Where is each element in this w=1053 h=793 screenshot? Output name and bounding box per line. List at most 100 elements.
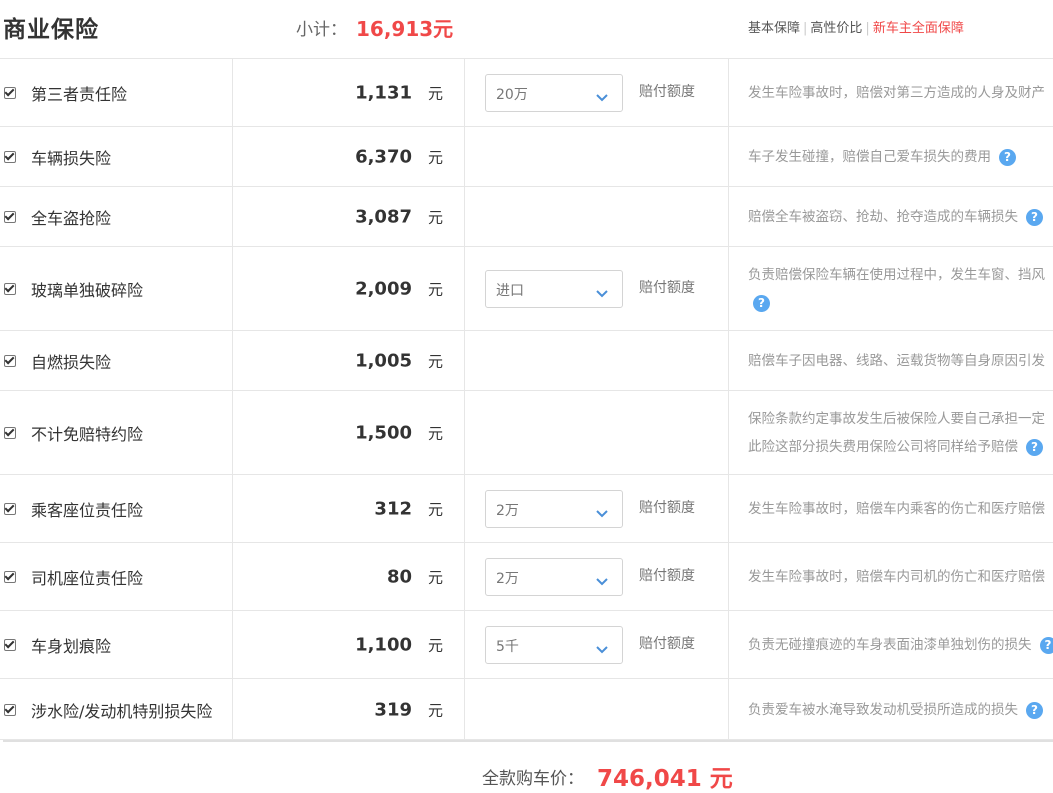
- description-text: 负责无碰撞痕迹的车身表面油漆单独划伤的损失: [748, 637, 1032, 653]
- insurance-name: 自燃损失险: [31, 349, 111, 373]
- insurance-checkbox[interactable]: [4, 211, 16, 223]
- table-row: 不计免赔特约险1,500元保险条款约定事故发生后被保险人要自己承担一定此险这部分…: [0, 391, 1053, 475]
- price-unit: 元: [428, 351, 443, 372]
- insurance-checkbox[interactable]: [4, 355, 16, 367]
- insurance-price: 1,131: [355, 83, 412, 104]
- description-line: 此险这部分损失费用保险公司将同样给予赔偿?: [748, 433, 1053, 461]
- description-text: 发生车险事故时，赔偿车内司机的伤亡和医疗赔偿: [748, 569, 1045, 585]
- table-row: 第三者责任险1,131元20万赔付额度发生车险事故时，赔偿对第三方造成的人身及财…: [0, 58, 1053, 127]
- subtotal-label: 小计：: [296, 15, 347, 40]
- coverage-select[interactable]: 进口: [485, 270, 623, 308]
- price-unit: 元: [428, 635, 443, 656]
- insurance-price: 1,100: [355, 635, 412, 656]
- insurance-price: 312: [374, 499, 412, 520]
- description-line: 保险条款约定事故发生后被保险人要自己承担一定: [748, 405, 1053, 433]
- table-row: 乘客座位责任险 312 元 2万 赔付额度 发生车险事故时，赔偿车内乘客的伤亡和医疗赔偿: [0, 475, 1053, 543]
- insurance-description: 负责赔偿保险车辆在使用过程中，发生车窗、挡风?: [748, 261, 1053, 317]
- description-line: 发生车险事故时，赔偿车内司机的伤亡和医疗赔偿: [748, 563, 1053, 591]
- chevron-down-icon: [596, 283, 608, 291]
- price-unit: 元: [428, 207, 443, 228]
- price-unit: 元: [428, 499, 443, 520]
- chevron-down-icon: [596, 639, 608, 647]
- help-icon[interactable]: ?: [1040, 637, 1053, 654]
- help-icon[interactable]: ?: [753, 295, 770, 312]
- insurance-checkbox[interactable]: [4, 639, 16, 651]
- description-text: 保险条款约定事故发生后被保险人要自己承担一定: [748, 411, 1045, 427]
- description-line: ?: [748, 289, 1053, 317]
- coverage-select[interactable]: 20万: [485, 74, 623, 112]
- insurance-checkbox[interactable]: [4, 503, 16, 515]
- description-text: 赔偿车子因电器、线路、运载货物等自身原因引发: [748, 353, 1045, 369]
- plan-value[interactable]: 高性价比: [810, 21, 862, 36]
- insurance-description: 发生车险事故时，赔偿车内司机的伤亡和医疗赔偿: [748, 563, 1053, 591]
- insurance-description: 赔偿车子因电器、线路、运载货物等自身原因引发: [748, 347, 1053, 375]
- table-row: 自燃损失险 1,005 元 赔偿车子因电器、线路、运载货物等自身原因引发: [0, 331, 1053, 391]
- total-price-label: 全款购车价：: [482, 764, 584, 789]
- description-line: 发生车险事故时，赔偿对第三方造成的人身及财产: [748, 79, 1053, 107]
- coverage-select[interactable]: 2万: [485, 558, 623, 596]
- table-row: 玻璃单独破碎险2,009元进口赔付额度负责赔偿保险车辆在使用过程中，发生车窗、挡…: [0, 247, 1053, 331]
- insurance-name: 全车盗抢险: [31, 205, 111, 229]
- table-row: 全车盗抢险 3,087 元 赔偿全车被盗窃、抢劫、抢夺造成的车辆损失?: [0, 187, 1053, 247]
- insurance-checkbox[interactable]: [4, 283, 16, 295]
- subtotal-value: 16,913元: [356, 13, 453, 42]
- chevron-down-icon: [596, 571, 608, 579]
- table-row: 车辆损失险6,370元车子发生碰撞，赔偿自己爱车损失的费用?: [0, 127, 1053, 187]
- plan-separator: |: [803, 21, 807, 36]
- footer: 全款购车价： 746,041 元: [0, 740, 1053, 788]
- insurance-price: 80: [387, 567, 412, 588]
- coverage-amount-label: 赔付额度: [639, 497, 695, 517]
- insurance-description: 赔偿全车被盗窃、抢劫、抢夺造成的车辆损失?: [748, 203, 1053, 231]
- description-text: 赔偿全车被盗窃、抢劫、抢夺造成的车辆损失: [748, 209, 1018, 225]
- plan-basic[interactable]: 基本保障: [748, 21, 800, 36]
- chevron-down-icon: [596, 503, 608, 511]
- insurance-checkbox[interactable]: [4, 87, 16, 99]
- insurance-checkbox[interactable]: [4, 571, 16, 583]
- coverage-select-value: 进口: [496, 280, 524, 300]
- insurance-name: 玻璃单独破碎险: [31, 277, 143, 301]
- coverage-amount-label: 赔付额度: [639, 277, 695, 297]
- insurance-checkbox[interactable]: [4, 427, 16, 439]
- insurance-price: 1,005: [355, 351, 412, 372]
- insurance-name: 乘客座位责任险: [31, 497, 143, 521]
- description-text: 发生车险事故时，赔偿对第三方造成的人身及财产: [748, 85, 1045, 101]
- insurance-name: 涉水险/发动机特别损失险: [31, 698, 212, 722]
- insurance-description: 保险条款约定事故发生后被保险人要自己承担一定此险这部分损失费用保险公司将同样给予…: [748, 405, 1053, 461]
- insurance-description: 发生车险事故时，赔偿车内乘客的伤亡和医疗赔偿: [748, 495, 1053, 523]
- coverage-select-value: 2万: [496, 500, 519, 520]
- insurance-price: 319: [374, 700, 412, 721]
- description-text: 负责赔偿保险车辆在使用过程中，发生车窗、挡风: [748, 267, 1045, 283]
- insurance-price: 3,087: [355, 207, 412, 228]
- help-icon[interactable]: ?: [999, 149, 1016, 166]
- help-icon[interactable]: ?: [1026, 702, 1043, 719]
- coverage-select[interactable]: 5千: [485, 626, 623, 664]
- table-row: 车身划痕险1,100元5千赔付额度负责无碰撞痕迹的车身表面油漆单独划伤的损失?: [0, 611, 1053, 679]
- price-unit: 元: [428, 147, 443, 168]
- table-row: 司机座位责任险80元2万赔付额度发生车险事故时，赔偿车内司机的伤亡和医疗赔偿: [0, 543, 1053, 611]
- coverage-select-value: 20万: [496, 84, 528, 104]
- insurance-description: 负责爱车被水淹导致发动机受损所造成的损失?: [748, 696, 1053, 724]
- insurance-price: 1,500: [355, 423, 412, 444]
- plan-separator: |: [865, 21, 869, 36]
- coverage-select[interactable]: 2万: [485, 490, 623, 528]
- table-row: 涉水险/发动机特别损失险319元负责爱车被水淹导致发动机受损所造成的损失?: [0, 679, 1053, 740]
- description-text: 此险这部分损失费用保险公司将同样给予赔偿: [748, 439, 1018, 455]
- chevron-down-icon: [596, 87, 608, 95]
- insurance-checkbox[interactable]: [4, 151, 16, 163]
- description-line: 赔偿全车被盗窃、抢劫、抢夺造成的车辆损失?: [748, 203, 1053, 231]
- description-text: 发生车险事故时，赔偿车内乘客的伤亡和医疗赔偿: [748, 501, 1045, 517]
- insurance-price: 6,370: [355, 147, 412, 168]
- description-line: 负责赔偿保险车辆在使用过程中，发生车窗、挡风: [748, 261, 1053, 289]
- insurance-checkbox[interactable]: [4, 704, 16, 716]
- price-unit: 元: [428, 567, 443, 588]
- insurance-name: 不计免赔特约险: [31, 421, 143, 445]
- help-icon[interactable]: ?: [1026, 439, 1043, 456]
- description-line: 负责无碰撞痕迹的车身表面油漆单独划伤的损失?: [748, 631, 1053, 659]
- insurance-price: 2,009: [355, 279, 412, 300]
- coverage-amount-label: 赔付额度: [639, 81, 695, 101]
- description-text: 车子发生碰撞，赔偿自己爱车损失的费用: [748, 149, 991, 165]
- plan-options: 基本保障|高性价比|新车主全面保障: [748, 17, 964, 36]
- help-icon[interactable]: ?: [1026, 209, 1043, 226]
- plan-full[interactable]: 新车主全面保障: [873, 21, 964, 36]
- description-text: 负责爱车被水淹导致发动机受损所造成的损失: [748, 702, 1018, 718]
